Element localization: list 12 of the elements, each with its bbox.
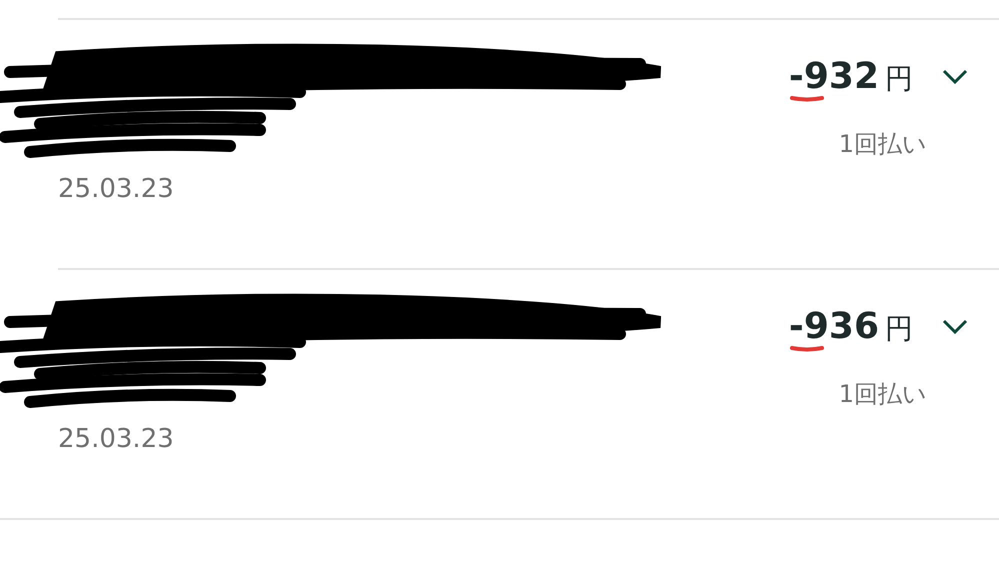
currency-label: 円	[885, 311, 913, 347]
transaction-date: 25.03.23	[58, 174, 175, 204]
chevron-down-icon[interactable]	[941, 68, 969, 86]
currency-label: 円	[885, 61, 913, 97]
amount: -932	[788, 56, 879, 97]
chevron-down-icon[interactable]	[941, 318, 969, 336]
underline-mark	[788, 344, 825, 352]
payment-type: 1回払い	[838, 129, 927, 160]
underline-mark	[788, 94, 825, 102]
amount: -936	[788, 306, 879, 347]
transaction-date: 25.03.23	[58, 424, 175, 454]
payment-type: 1回払い	[838, 379, 927, 410]
